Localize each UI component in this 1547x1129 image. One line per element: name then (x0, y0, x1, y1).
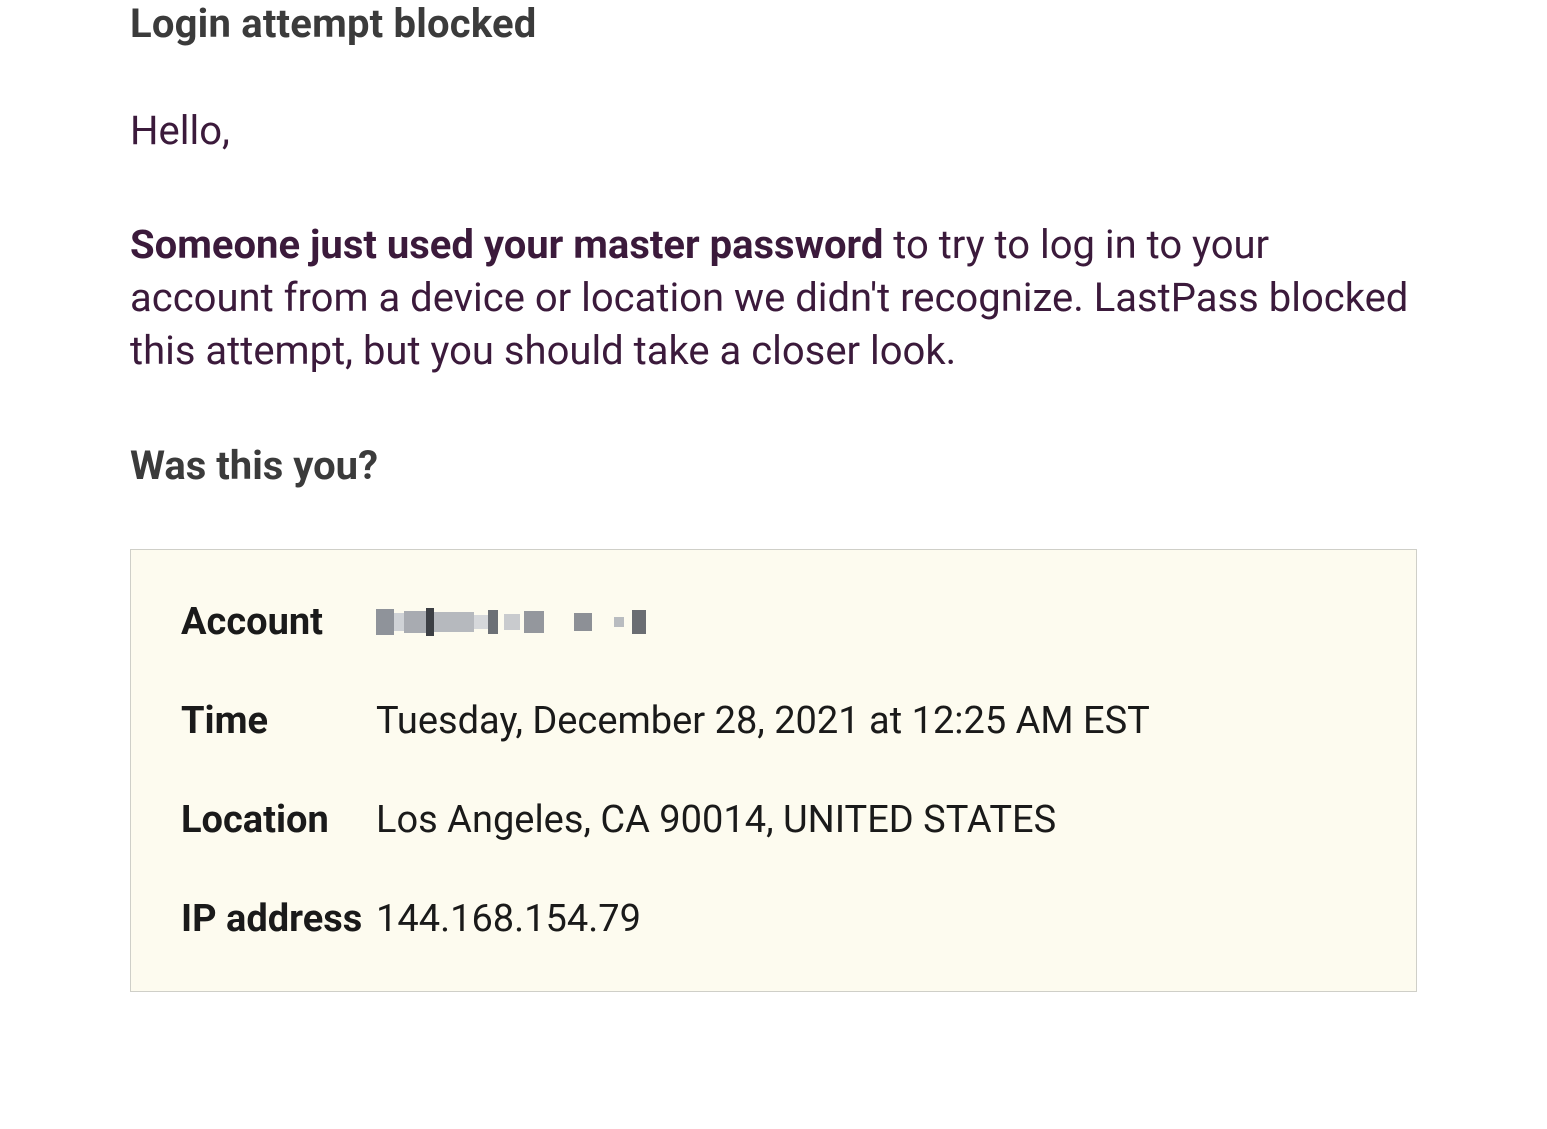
detail-value-time: Tuesday, December 28, 2021 at 12:25 AM E… (376, 699, 1150, 743)
alert-bold-text: Someone just used your master password (130, 221, 883, 268)
detail-value-ip: 144.168.154.79 (376, 897, 641, 941)
greeting-text: Hello, (130, 107, 1417, 154)
detail-row-account: Account (181, 600, 1366, 644)
email-body: Login attempt blocked Hello, Someone jus… (0, 0, 1547, 992)
detail-row-ip: IP address 144.168.154.79 (181, 897, 1366, 941)
detail-row-location: Location Los Angeles, CA 90014, UNITED S… (181, 798, 1366, 842)
redacted-account-icon (376, 608, 646, 636)
detail-value-location: Los Angeles, CA 90014, UNITED STATES (376, 798, 1056, 842)
details-box: Account Time (130, 549, 1417, 992)
subheading: Was this you? (130, 442, 1417, 489)
page-title: Login attempt blocked (130, 0, 1417, 47)
detail-label-ip: IP address (181, 897, 376, 941)
detail-value-account (376, 608, 646, 636)
detail-label-location: Location (181, 798, 376, 842)
detail-label-time: Time (181, 699, 376, 743)
detail-row-time: Time Tuesday, December 28, 2021 at 12:25… (181, 699, 1366, 743)
alert-paragraph: Someone just used your master password t… (130, 219, 1417, 377)
detail-label-account: Account (181, 600, 376, 644)
